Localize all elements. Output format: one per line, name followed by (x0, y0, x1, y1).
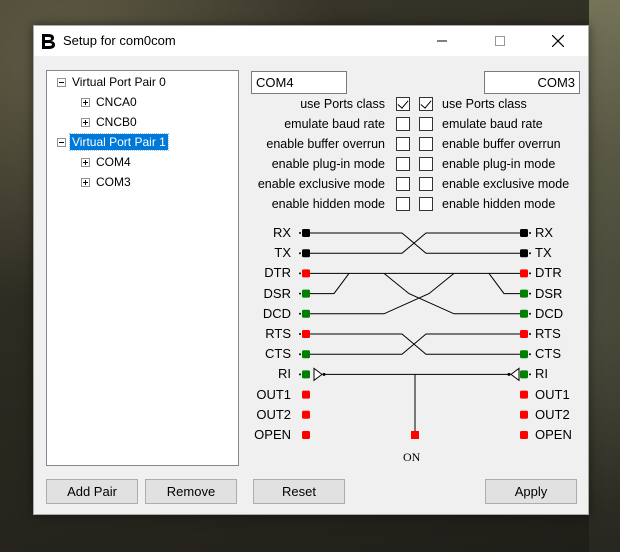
right-pin-dtr (520, 269, 528, 278)
right-pin-dot (529, 232, 531, 234)
left-pin-dot (299, 272, 301, 275)
right-pin-tx (520, 249, 528, 258)
left-signal-label: RI (278, 366, 291, 382)
on-label: ON (403, 450, 421, 464)
left-pin-dot (299, 232, 301, 234)
on-indicator (411, 431, 419, 439)
right-pin-out1 (520, 390, 528, 399)
left-pin-cts (302, 350, 310, 359)
dsr-right-branch-wire (488, 273, 524, 295)
dcd-right-wire (383, 273, 524, 315)
left-signal-label: CTS (265, 346, 291, 362)
left-pin-dcd (302, 309, 310, 318)
left-pin-ri (302, 370, 310, 379)
left-pin-tx (302, 249, 310, 258)
left-pin-dsr (302, 289, 310, 298)
left-pin-dot (299, 333, 301, 335)
right-signal-label: DCD (535, 305, 564, 321)
right-pin-out2 (520, 410, 528, 419)
setup-window: Setup for com0com Virtual Port Pair 0 CN… (33, 25, 589, 515)
left-pin-dot (299, 252, 301, 255)
dsr-left-branch-wire (306, 273, 350, 295)
rx-tx-crossover-wire (306, 232, 524, 254)
rts-cts-crossover-wire (306, 333, 524, 355)
right-pin-cts (520, 350, 528, 359)
left-signal-label: RX (272, 225, 291, 240)
left-pin-rts (302, 330, 310, 338)
right-pin-dot (529, 333, 531, 335)
signal-wiring-diagram (299, 229, 531, 439)
desktop-background-edge (589, 0, 620, 552)
left-signal-label: OUT2 (256, 406, 291, 422)
ri-left-arrow-icon (313, 367, 323, 382)
ri-right-junction (507, 372, 511, 376)
right-signal-label: OUT2 (535, 406, 570, 422)
right-pin-rx (520, 229, 528, 237)
right-pin-dot (529, 353, 531, 356)
right-signal-label: OUT1 (535, 386, 570, 402)
left-pin-dot (299, 373, 301, 376)
left-signal-label: OUT1 (256, 386, 291, 402)
right-pin-dsr (520, 289, 528, 298)
ri-left-junction (322, 372, 326, 376)
ri-right-arrow-icon (510, 367, 520, 382)
right-pin-dot (529, 373, 531, 376)
left-pin-out1 (302, 390, 310, 399)
right-pin-dot (529, 272, 531, 275)
left-signal-label: DCD (262, 305, 291, 321)
right-pin-dot (529, 252, 531, 255)
rts-cts-crossover-wire (306, 333, 524, 355)
right-signal-label: DSR (535, 285, 563, 301)
right-signal-label: RTS (535, 326, 561, 341)
left-pin-out2 (302, 410, 310, 419)
right-pin-ri (520, 370, 528, 379)
right-pin-rts (520, 330, 528, 338)
left-signal-label: RTS (265, 326, 291, 341)
reset-button[interactable]: Reset (253, 479, 345, 504)
right-pin-dot (529, 292, 531, 295)
right-signal-label: OPEN (535, 427, 572, 442)
left-pin-dtr (302, 269, 310, 278)
right-pin-dcd (520, 309, 528, 318)
left-pin-dot (299, 312, 301, 315)
left-pin-dot (299, 292, 301, 295)
right-pin-open (520, 431, 528, 439)
right-signal-label: RI (535, 366, 548, 382)
left-pin-open (302, 431, 310, 439)
left-signal-label: TX (274, 245, 291, 261)
right-signal-label: CTS (535, 346, 561, 362)
right-signal-label: TX (535, 245, 552, 261)
left-signal-label: DTR (264, 265, 291, 281)
left-signal-label: OPEN (254, 427, 291, 442)
right-signal-label: DTR (535, 265, 562, 281)
right-signal-label: RX (535, 225, 554, 240)
left-pin-dot (299, 353, 301, 356)
apply-button[interactable]: Apply (485, 479, 577, 504)
rx-tx-crossover-wire (306, 232, 524, 254)
remove-button[interactable]: Remove (145, 479, 237, 504)
left-signal-label: DSR (263, 285, 291, 301)
left-pin-rx (302, 229, 310, 237)
right-pin-dot (529, 312, 531, 315)
add-pair-button[interactable]: Add Pair (46, 479, 138, 504)
